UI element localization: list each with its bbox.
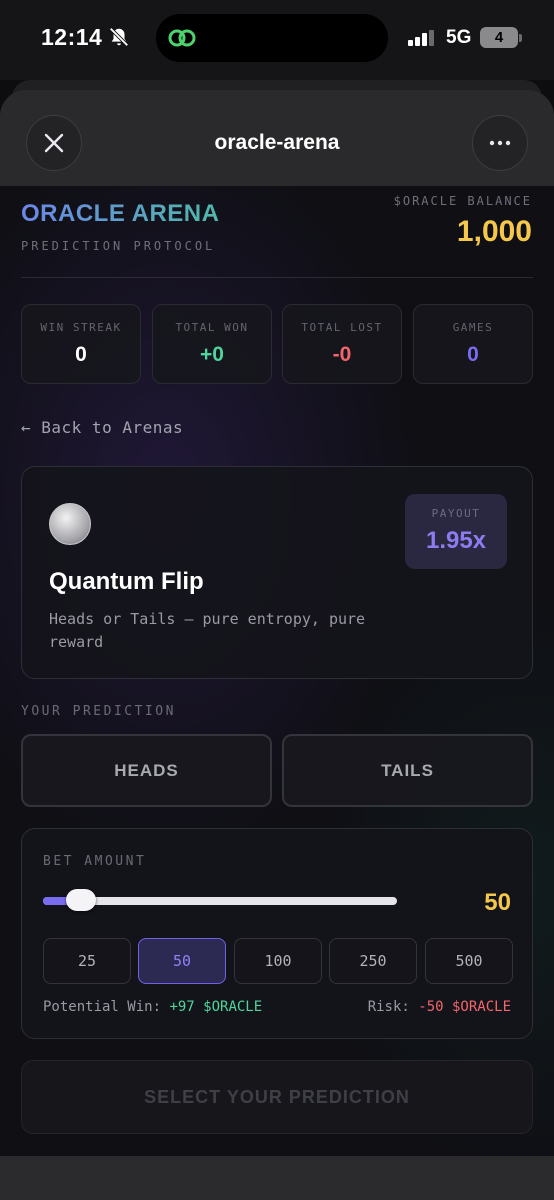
brand-title: ORACLE ARENA — [21, 200, 220, 227]
divider — [21, 277, 533, 278]
potential-win: Potential Win: +97 $ORACLE — [43, 999, 262, 1015]
bet-slider[interactable] — [43, 889, 397, 911]
back-to-arenas-link[interactable]: ← Back to Arenas — [21, 418, 183, 437]
risk-label: Risk: — [367, 999, 410, 1015]
bet-amount-card: BET AMOUNT 50 25 50 100 250 500 Potentia… — [21, 828, 533, 1039]
stat-value: 0 — [467, 343, 479, 366]
prediction-label: YOUR PREDICTION — [21, 704, 176, 719]
select-prediction-button[interactable]: SELECT YOUR PREDICTION — [21, 1060, 533, 1134]
bet-value: 50 — [484, 889, 511, 916]
slider-fill — [43, 897, 69, 905]
coin-icon — [49, 503, 91, 545]
stat-value: 0 — [75, 343, 87, 366]
app-link-icon — [168, 29, 196, 47]
stat-total-lost: TOTAL LOST -0 — [282, 304, 402, 384]
heads-button[interactable]: HEADS — [21, 734, 272, 807]
battery-icon: 4 — [480, 27, 518, 48]
stat-label: TOTAL WON — [175, 321, 249, 334]
bottom-toolbar — [0, 1156, 554, 1200]
game-card: Quantum Flip Heads or Tails — pure entro… — [21, 466, 533, 679]
status-time: 12:14 — [41, 24, 103, 50]
game-title: Quantum Flip — [49, 568, 204, 595]
stat-games: GAMES 0 — [413, 304, 533, 384]
bet-chip-50[interactable]: 50 — [138, 938, 226, 984]
stat-label: GAMES — [452, 321, 494, 334]
network-type: 5G — [446, 27, 472, 48]
payout-value: 1.95x — [425, 527, 487, 554]
bet-amount-label: BET AMOUNT — [43, 854, 147, 869]
page-title: oracle-arena — [214, 131, 340, 154]
more-dots-icon — [489, 140, 511, 146]
risk-value: -50 $ORACLE — [418, 999, 511, 1015]
brand-subtitle: PREDICTION PROTOCOL — [21, 239, 216, 253]
stat-label: TOTAL LOST — [301, 321, 383, 334]
balance-value: 1,000 — [456, 215, 532, 248]
payout-label: PAYOUT — [431, 507, 481, 520]
status-bar: 12:14 5G 4 — [0, 0, 554, 80]
balance-label: $ORACLE BALANCE — [393, 194, 532, 208]
stat-total-won: TOTAL WON +0 — [152, 304, 272, 384]
bet-chip-500[interactable]: 500 — [425, 938, 513, 984]
dynamic-island — [156, 14, 388, 62]
slider-track — [43, 897, 397, 905]
more-options-button[interactable] — [472, 115, 528, 171]
battery-tip — [519, 34, 522, 42]
risk: Risk: -50 $ORACLE — [368, 999, 511, 1015]
stat-label: WIN STREAK — [40, 321, 122, 334]
sheet-header: oracle-arena — [0, 90, 554, 186]
payout-badge: PAYOUT 1.95x — [405, 494, 507, 569]
stat-win-streak: WIN STREAK 0 — [21, 304, 141, 384]
stat-value: +0 — [200, 343, 224, 366]
bet-chip-25[interactable]: 25 — [43, 938, 131, 984]
bell-slash-icon — [109, 27, 129, 47]
tails-button[interactable]: TAILS — [282, 734, 533, 807]
bet-chip-100[interactable]: 100 — [234, 938, 322, 984]
stat-value: -0 — [332, 343, 352, 366]
arena-content: ORACLE ARENA PREDICTION PROTOCOL $ORACLE… — [0, 186, 554, 1156]
potential-win-label: Potential Win: — [43, 999, 162, 1015]
bet-chip-250[interactable]: 250 — [329, 938, 417, 984]
potential-win-value: +97 $ORACLE — [169, 999, 263, 1015]
cellular-signal-icon — [408, 30, 434, 46]
slider-thumb[interactable] — [66, 889, 97, 911]
game-description: Heads or Tails — pure entropy, pure rewa… — [49, 610, 366, 651]
